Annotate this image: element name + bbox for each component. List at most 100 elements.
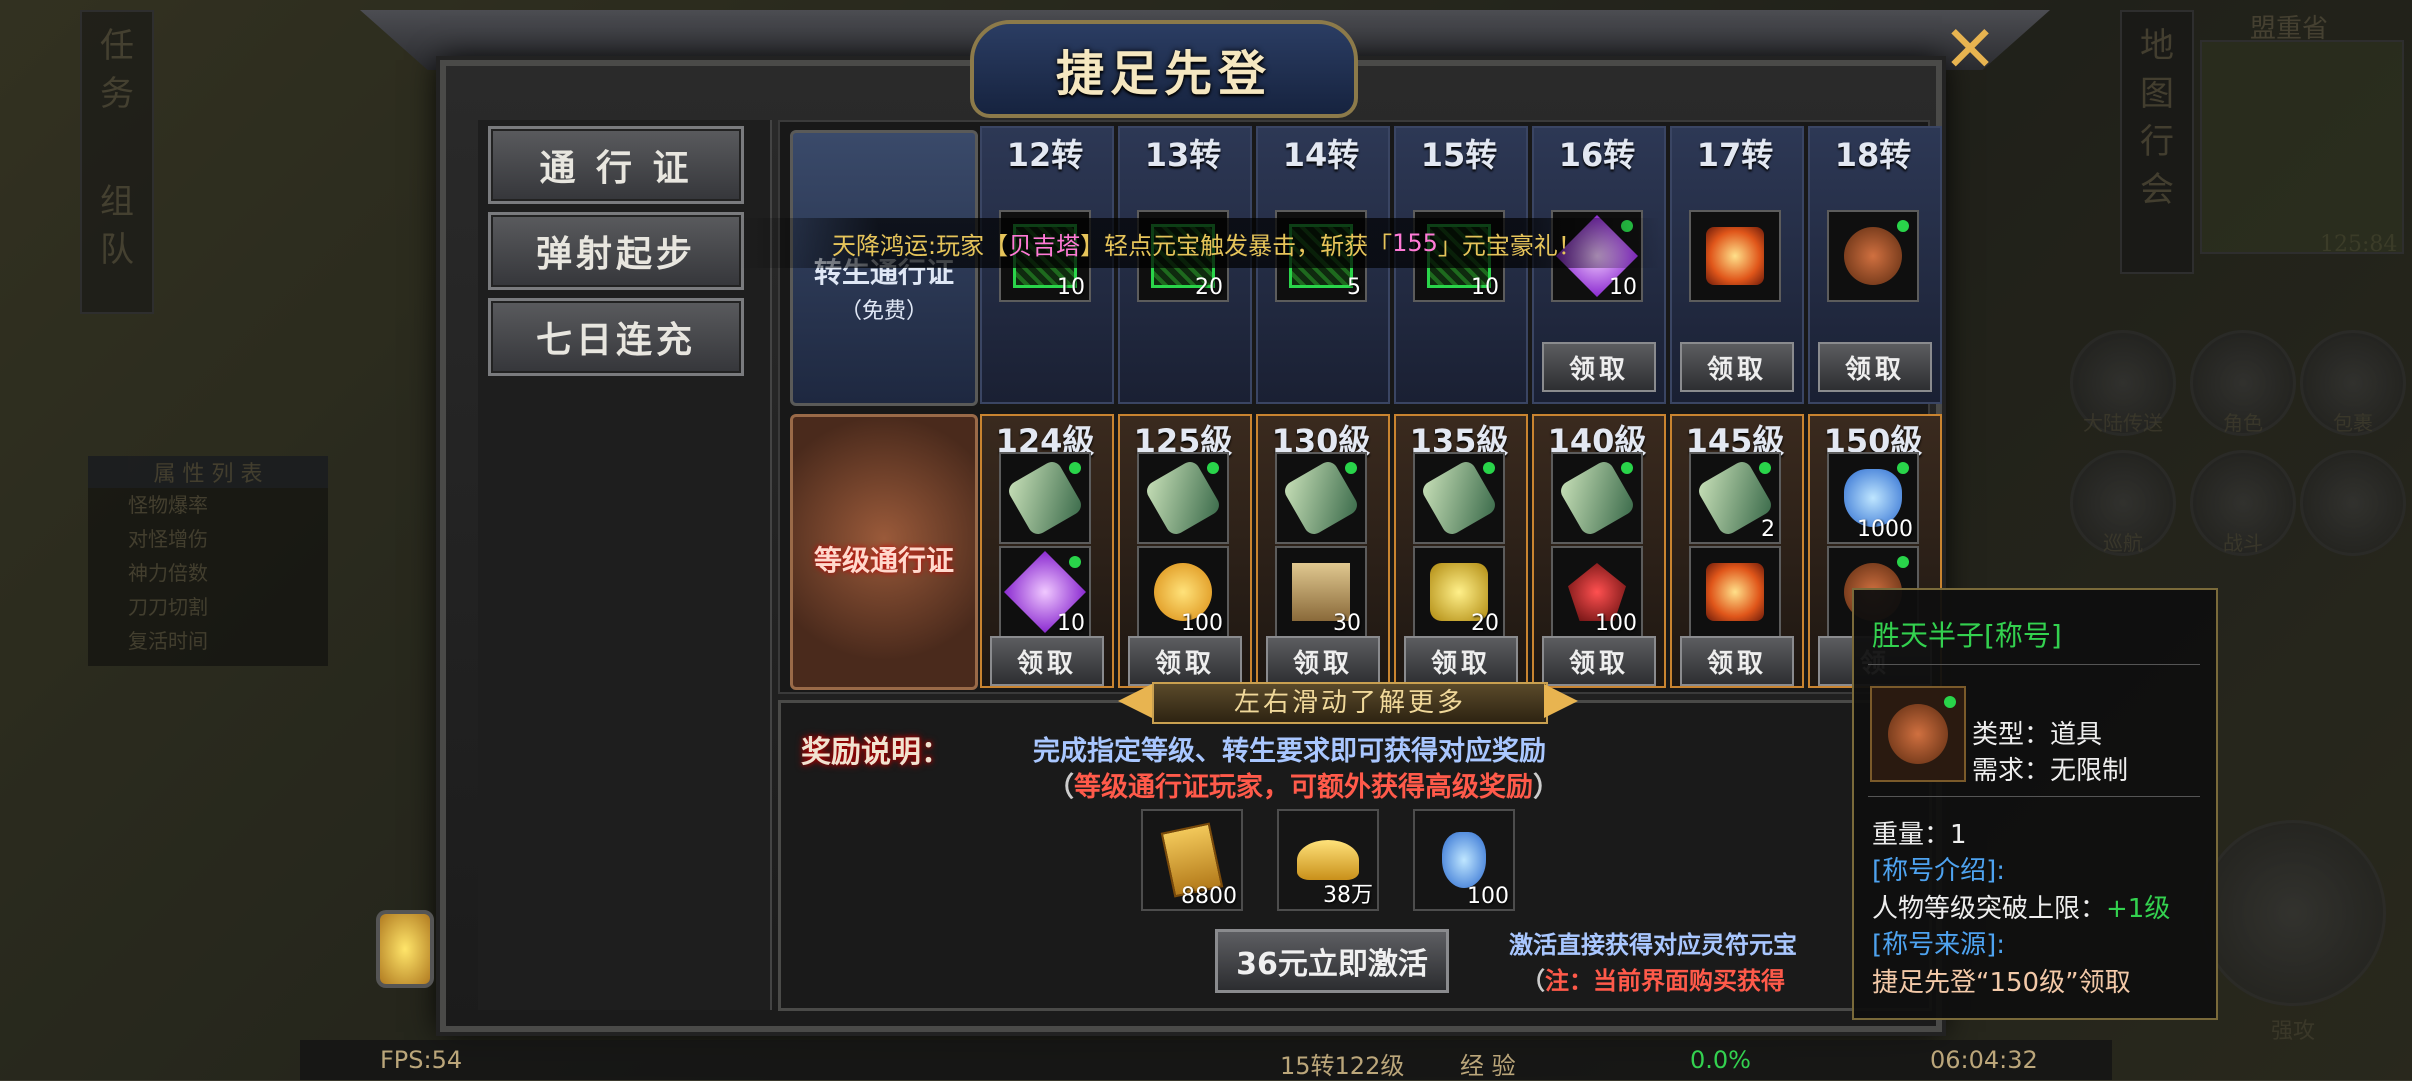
reward-note2: 当前界面购买获得: [1593, 967, 1785, 995]
reward-note2-open: （: [1521, 967, 1545, 995]
reward-item-qty: 38万: [1323, 883, 1373, 908]
item-slot[interactable]: [1551, 452, 1643, 544]
tooltip-name: 胜天半子[称号]: [1872, 619, 2062, 652]
level-label: 15转122级: [1280, 1052, 1405, 1080]
tooltip-intro-header: [称号介绍]:: [1872, 856, 2006, 886]
exp-value: 0.0%: [1690, 1046, 1751, 1074]
item-slot[interactable]: [1827, 210, 1919, 302]
item-slot[interactable]: [1275, 452, 1367, 544]
item-qty: 10: [1057, 275, 1085, 300]
rebirth-pass-sub: （免费）: [839, 299, 928, 324]
item-qty: 2: [1761, 517, 1775, 542]
close-icon[interactable]: ✕: [1940, 18, 2000, 82]
tooltip-divider: [1868, 796, 2200, 797]
reward-panel: 奖励说明： 完成指定等级、转生要求即可获得对应奖励 （等级通行证玩家，可额外获得…: [778, 700, 1932, 1011]
tooltip-type: 类型：道具: [1972, 720, 2103, 750]
tooltip-source-text: 捷足先登“150级”领取: [1872, 968, 2131, 998]
scroll-hint-label: 左右滑动了解更多: [1152, 682, 1548, 724]
claim-button[interactable]: 领取: [1680, 636, 1794, 686]
marquee-suffix: 」元宝豪礼！: [1437, 231, 1582, 260]
nav-tab-seven-day[interactable]: 七日连充: [488, 298, 744, 376]
item-qty: 30: [1333, 611, 1361, 636]
claim-button[interactable]: 领取: [990, 636, 1104, 686]
rebirth-column-header: 14转: [1282, 136, 1360, 174]
item-qty: 20: [1195, 275, 1223, 300]
rebirth-column-header: 12转: [1006, 136, 1084, 174]
level-pass-card: 等级通行证: [790, 414, 978, 690]
item-slot[interactable]: [1689, 546, 1781, 638]
fps-label: FPS:54: [380, 1046, 463, 1074]
gem-icon: [1483, 462, 1495, 474]
gem-icon: [1207, 462, 1219, 474]
exp-label: 经 验: [1460, 1052, 1516, 1080]
fire-scroll-icon: [1691, 548, 1779, 636]
tooltip-divider: [1868, 664, 2200, 665]
marquee-middle: 】轻点元宝触发暴击，斩获「: [1080, 231, 1393, 260]
reward-line2-close: ）: [1533, 772, 1560, 803]
reward-item[interactable]: 8800: [1141, 809, 1243, 911]
item-qty: 10: [1609, 275, 1637, 300]
item-qty: 1000: [1857, 517, 1913, 542]
item-qty: 100: [1181, 611, 1223, 636]
rebirth-pass-card: 转生通行证 （免费）: [790, 130, 978, 406]
gem-icon: [1897, 556, 1909, 568]
item-slot[interactable]: [1137, 452, 1229, 544]
item-slot[interactable]: 100: [1551, 546, 1643, 638]
reward-item[interactable]: 38万: [1277, 809, 1379, 911]
fire-scroll-icon: [1691, 212, 1779, 300]
rebirth-column-header: 13转: [1144, 136, 1222, 174]
item-slot[interactable]: 2: [1689, 452, 1781, 544]
gem-icon: [1897, 462, 1909, 474]
claim-button[interactable]: 领取: [1818, 342, 1932, 392]
arrow-left-icon: [1118, 684, 1152, 718]
clock-label: 06:04:32: [1930, 1046, 2038, 1074]
gem-icon: [1621, 462, 1633, 474]
arrow-right-icon: [1544, 684, 1578, 718]
rebirth-column-header: 18转: [1834, 136, 1912, 174]
item-qty: 100: [1595, 611, 1637, 636]
item-slot[interactable]: [1413, 452, 1505, 544]
scroll-hint: 左右滑动了解更多: [1118, 676, 1578, 726]
tooltip-intro-value: +1级: [2106, 894, 2171, 924]
marquee-prefix: 天降鸿运:玩家【: [832, 231, 1009, 260]
tooltip-source-header: [称号来源]:: [1872, 930, 2006, 960]
gem-icon: [1897, 220, 1909, 232]
activate-button[interactable]: 36元立即激活: [1215, 929, 1449, 993]
item-slot[interactable]: 100: [1137, 546, 1229, 638]
reward-item[interactable]: 100: [1413, 809, 1515, 911]
item-slot[interactable]: 20: [1413, 546, 1505, 638]
reward-item-qty: 8800: [1181, 884, 1237, 909]
lantern-icon: [370, 900, 440, 1010]
level-pass-label: 等级通行证: [813, 544, 954, 577]
tooltip-intro-text: 人物等级突破上限：: [1872, 894, 2107, 924]
rebirth-column-header: 15转: [1420, 136, 1498, 174]
gem-icon: [1069, 556, 1081, 568]
window-title: 捷足先登: [970, 20, 1358, 118]
reward-item-qty: 100: [1467, 884, 1509, 909]
status-bar: FPS:54 15转122级 经 验 0.0% 06:04:32: [300, 1040, 2112, 1080]
reward-title: 奖励说明：: [801, 735, 951, 770]
reward-note1: 激活直接获得对应灵符元宝: [1509, 931, 1797, 959]
nav-tab-launch[interactable]: 弹射起步: [488, 212, 744, 290]
claim-button[interactable]: 领取: [1542, 342, 1656, 392]
item-qty: 20: [1471, 611, 1499, 636]
reward-line2-open: （: [1047, 772, 1074, 803]
item-slot[interactable]: 30: [1275, 546, 1367, 638]
gem-icon: [1944, 696, 1956, 708]
tooltip-require: 需求：无限制: [1972, 756, 2129, 786]
item-slot[interactable]: 1000: [1827, 452, 1919, 544]
announcement-marquee: 天降鸿运:玩家【 贝吉塔 】轻点元宝触发暴击，斩获「 155 」元宝豪礼！: [740, 218, 1660, 268]
item-slot[interactable]: 10: [999, 546, 1091, 638]
item-slot[interactable]: [1689, 210, 1781, 302]
dragon-title-icon: [1870, 686, 1966, 782]
marquee-player: 贝吉塔: [1008, 231, 1081, 260]
reward-note2-label: 注：: [1545, 967, 1593, 995]
item-tooltip: 胜天半子[称号] 类型：道具 需求：无限制 重量：1 [称号介绍]: 人物等级突…: [1852, 588, 2218, 1020]
tooltip-weight: 重量：1: [1872, 820, 1967, 850]
item-qty: 10: [1057, 611, 1085, 636]
item-slot[interactable]: [999, 452, 1091, 544]
gem-icon: [1069, 462, 1081, 474]
claim-button[interactable]: 领取: [1680, 342, 1794, 392]
nav-tab-pass[interactable]: 通 行 证: [488, 126, 744, 204]
gem-icon: [1759, 462, 1771, 474]
